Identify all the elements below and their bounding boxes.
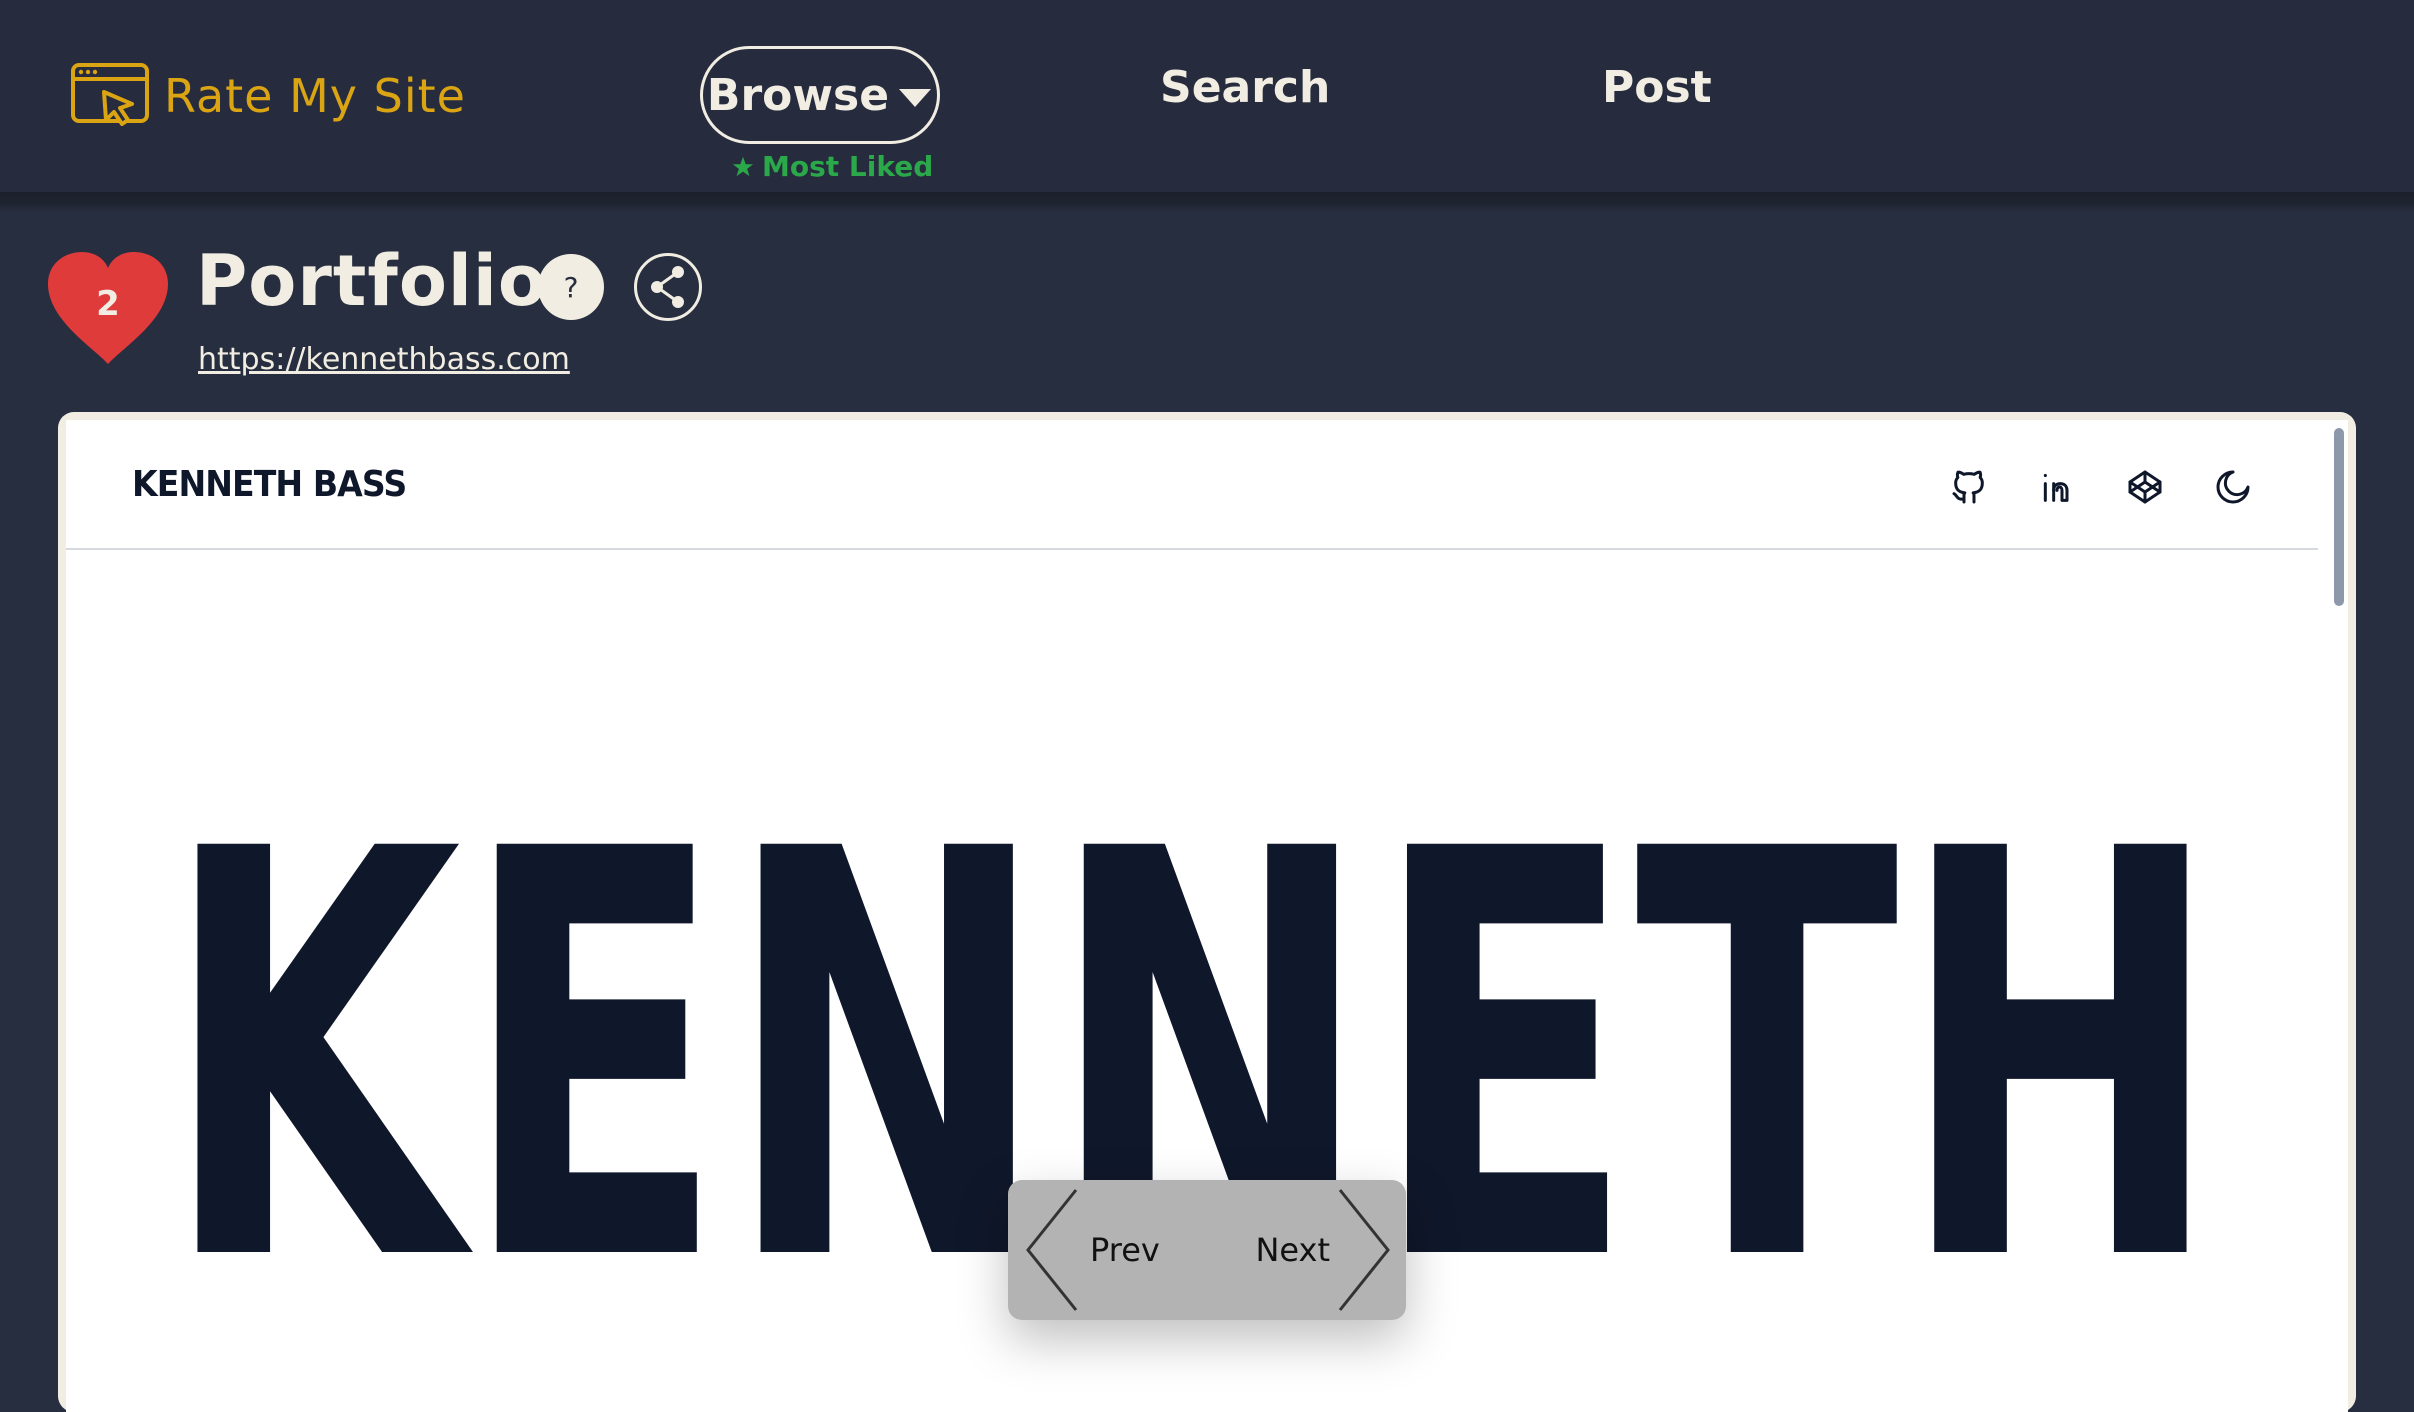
site-pager: Prev Next [1008, 1180, 1406, 1320]
top-navigation: Rate My Site Browse Most Liked Search Po… [0, 0, 2414, 192]
github-icon[interactable] [1946, 464, 1992, 510]
preview-brand[interactable]: KENNETH BASS [132, 464, 407, 505]
logo-text: Rate My Site [164, 69, 466, 123]
star-icon [732, 156, 754, 176]
help-button[interactable]: ? [538, 254, 604, 320]
moon-icon[interactable] [2210, 464, 2256, 510]
nav-divider [0, 192, 2414, 212]
chevron-right-icon [1338, 1189, 1390, 1311]
chevron-left-icon [1026, 1189, 1078, 1311]
prev-button[interactable]: Prev [1024, 1180, 1160, 1320]
browser-cursor-icon [71, 63, 149, 126]
next-button[interactable]: Next [1255, 1180, 1392, 1320]
nav-post-link[interactable]: Post [1602, 62, 1712, 113]
nav-search-link[interactable]: Search [1160, 62, 1330, 113]
prev-label: Prev [1090, 1231, 1160, 1269]
site-title: Portfolio [196, 240, 548, 322]
preview-scrollbar[interactable] [2334, 428, 2344, 606]
caret-down-icon [899, 89, 932, 107]
linkedin-icon[interactable] [2034, 464, 2080, 510]
codepen-icon[interactable] [2122, 464, 2168, 510]
like-count: 2 [96, 284, 120, 324]
preview-header: KENNETH BASS [66, 420, 2318, 550]
next-label: Next [1255, 1231, 1330, 1269]
site-url-link[interactable]: https://kennethbass.com [198, 342, 570, 377]
browse-dropdown-button[interactable]: Browse [700, 46, 940, 144]
sort-indicator: Most Liked [732, 150, 933, 183]
share-icon [651, 266, 684, 308]
browse-label: Browse [706, 69, 890, 121]
share-button[interactable] [634, 253, 702, 321]
sort-label: Most Liked [762, 150, 934, 183]
like-button[interactable]: 2 [44, 248, 172, 368]
logo-link[interactable]: Rate My Site [70, 62, 466, 130]
